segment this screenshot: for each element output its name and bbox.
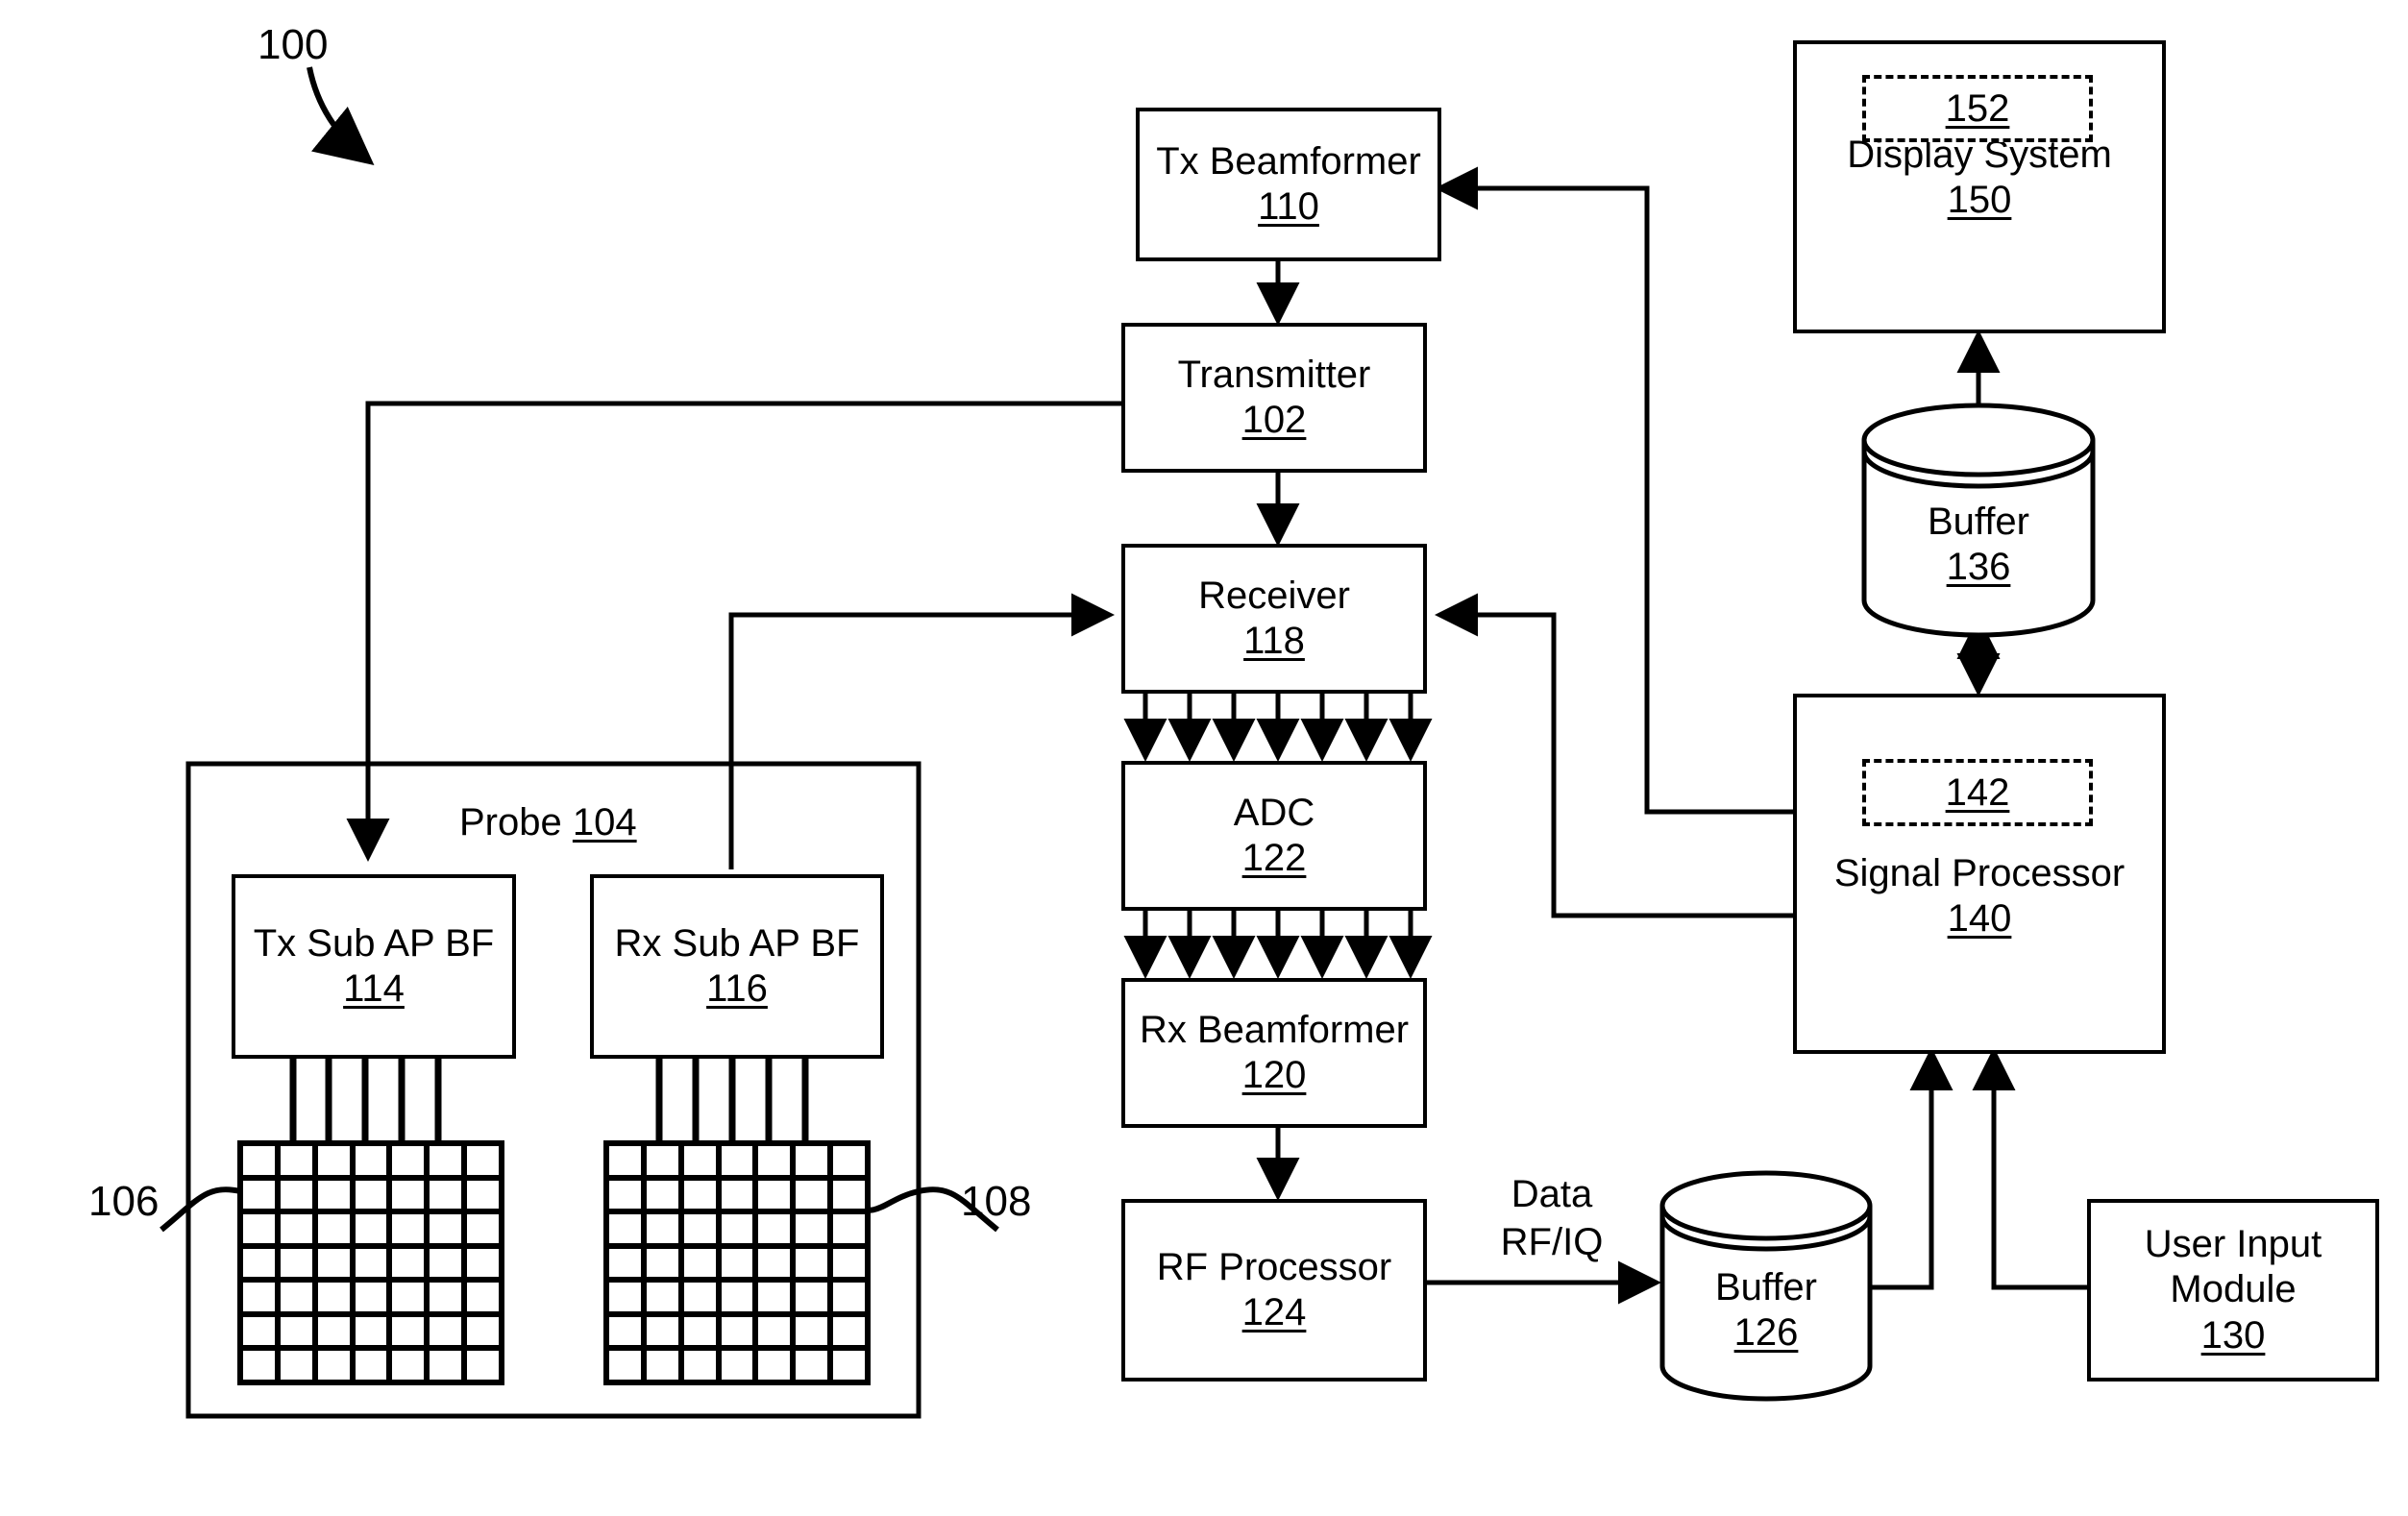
block-adc-ref: 122	[1241, 837, 1307, 879]
block-receiver-label: Receiver	[1198, 574, 1350, 617]
block-rx-sub-ap-bf-label: Rx Sub AP BF	[614, 921, 860, 965]
block-rx-beamformer-ref: 120	[1241, 1054, 1307, 1096]
edge-label-data-line1: Data	[1511, 1173, 1593, 1215]
block-rx-beamformer-label: Rx Beamformer	[1139, 1008, 1410, 1051]
edge-label-data-line2: RF/IQ	[1500, 1221, 1604, 1263]
block-transmitter-ref: 102	[1241, 399, 1307, 441]
block-tx-sub-ap-bf-label: Tx Sub AP BF	[253, 921, 495, 965]
block-receiver[interactable]: Receiver 118	[1121, 544, 1427, 694]
block-rf-processor-label: RF Processor	[1156, 1245, 1392, 1288]
edge-signalprocessor-to-txbf	[1434, 166, 1793, 815]
probe-title-ref: 104	[572, 801, 637, 844]
probe-title: Probe 104	[459, 800, 637, 845]
block-tx-beamformer-ref: 110	[1258, 185, 1319, 228]
bus-adc-to-rxbf	[1123, 911, 1433, 980]
block-buffer-126-ref: 126	[1733, 1311, 1799, 1355]
block-adc[interactable]: ADC 122	[1121, 761, 1427, 911]
figure-ref-number: 100	[258, 21, 329, 68]
block-rf-processor[interactable]: RF Processor 124	[1121, 1199, 1427, 1382]
edge-transmitter-to-txsubapbf	[346, 401, 1121, 863]
edge-signalprocessor-to-receiver	[1434, 593, 1793, 918]
block-tx-beamformer-label: Tx Beamformer	[1156, 139, 1421, 183]
block-display-inner-152[interactable]: 152	[1862, 75, 2093, 142]
block-rx-sub-ap-bf[interactable]: Rx Sub AP BF 116	[590, 874, 884, 1059]
figure-canvas: 100 Tx Beamformer 110 Transmitter 102 Re…	[0, 0, 2408, 1516]
block-buffer-136-ref: 136	[1946, 546, 2011, 589]
block-display-system-ref: 150	[1947, 179, 2012, 222]
block-user-input-module[interactable]: User Input Module 130	[2087, 1199, 2379, 1382]
block-tx-sub-ap-bf[interactable]: Tx Sub AP BF 114	[232, 874, 516, 1059]
block-rx-beamformer[interactable]: Rx Beamformer 120	[1121, 978, 1427, 1128]
block-adc-label: ADC	[1233, 791, 1315, 834]
bus-txsubapbf-to-array	[289, 1059, 442, 1143]
block-user-input-module-label-line1: User Input	[2144, 1223, 2322, 1266]
bus-rxsubapbf-to-array	[655, 1059, 809, 1143]
block-tx-sub-ap-bf-ref: 114	[343, 967, 405, 1010]
block-display-inner-152-ref: 152	[1945, 86, 2010, 130]
block-transmitter[interactable]: Transmitter 102	[1121, 323, 1427, 473]
block-signal-processor-label: Signal Processor	[1833, 852, 2125, 894]
block-signal-processor-ref: 140	[1947, 897, 2012, 941]
block-buffer-136[interactable]: Buffer 136	[1864, 440, 2093, 632]
block-user-input-module-ref: 130	[2200, 1313, 2266, 1357]
tx-array-ref-106: 106	[88, 1178, 160, 1225]
block-signal-processor-inner-142-ref: 142	[1945, 770, 2010, 814]
block-rf-processor-ref: 124	[1241, 1291, 1307, 1333]
probe-title-label: Probe	[459, 801, 562, 844]
bus-receiver-to-adc	[1123, 694, 1433, 763]
block-buffer-136-label: Buffer	[1928, 501, 2029, 543]
block-signal-processor-inner-142[interactable]: 142	[1862, 759, 2093, 826]
edge-label-data-rf-iq: Data RF/IQ	[1451, 1170, 1653, 1266]
rx-array-ref-108: 108	[961, 1178, 1032, 1225]
tx-transducer-array	[237, 1140, 504, 1385]
block-user-input-module-label-line2: Module	[2170, 1268, 2297, 1311]
figure-ref-leader	[307, 66, 375, 166]
block-rx-sub-ap-bf-ref: 116	[706, 967, 768, 1010]
block-signal-processor[interactable]: Signal Processor 140	[1793, 694, 2166, 1054]
block-receiver-ref: 118	[1243, 620, 1305, 662]
block-buffer-126-label: Buffer	[1715, 1266, 1817, 1308]
block-transmitter-label: Transmitter	[1177, 353, 1371, 396]
edge-userinput-to-signalprocessor	[1972, 1046, 2087, 1290]
block-tx-beamformer[interactable]: Tx Beamformer 110	[1136, 108, 1441, 261]
edge-buffer126-to-signalprocessor	[1869, 1046, 1953, 1290]
block-buffer-126[interactable]: Buffer 126	[1662, 1206, 1870, 1398]
rx-transducer-array	[603, 1140, 871, 1385]
